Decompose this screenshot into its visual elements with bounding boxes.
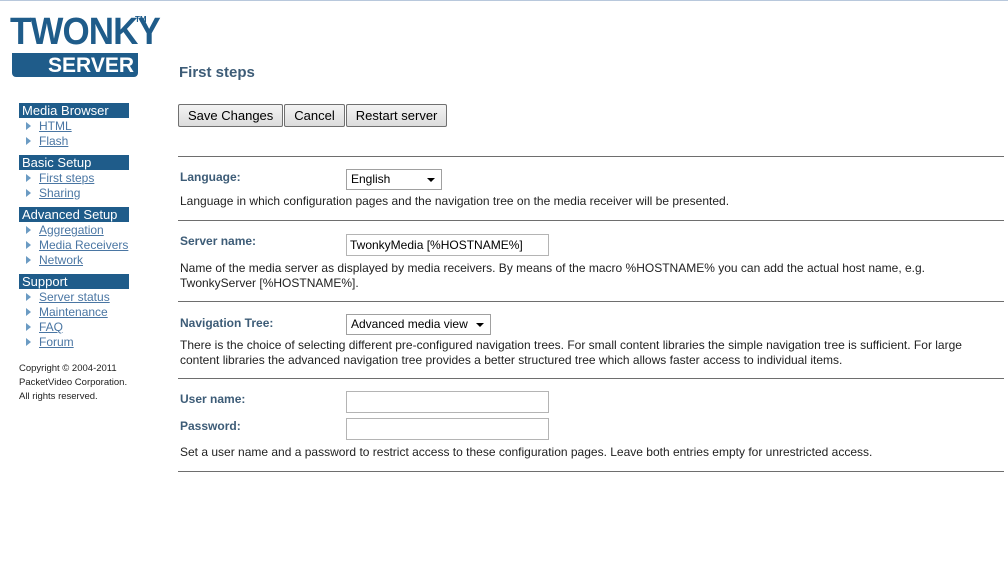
sidebar-item-html[interactable]: HTML	[19, 119, 149, 134]
copyright-notice: Copyright © 2004-2011 PacketVideo Corpor…	[19, 362, 149, 404]
server-name-label: Server name:	[180, 234, 257, 248]
navigation-tree-label: Navigation Tree:	[180, 316, 274, 330]
language-label: Language:	[180, 170, 241, 184]
sidebar-link-aggregation[interactable]: Aggregation	[39, 223, 104, 237]
copyright-line: PacketVideo Corporation.	[19, 377, 128, 388]
arrow-right-icon	[26, 226, 31, 234]
arrow-right-icon	[26, 338, 31, 346]
toolbar: Save Changes Cancel Restart server	[178, 104, 448, 127]
server-name-description-line: TwonkyServer [%HOSTNAME%].	[180, 276, 359, 290]
section-divider	[178, 378, 1004, 379]
menu-group-support: Support Server status Maintenance FAQ Fo…	[19, 274, 149, 350]
logo-trademark: TM	[135, 15, 147, 24]
password-input[interactable]	[346, 418, 549, 440]
arrow-right-icon	[26, 137, 31, 145]
copyright-line: All rights reserved.	[19, 391, 98, 402]
navigation-tree-select[interactable]: Advanced media view	[346, 314, 491, 335]
menu-group-basic-setup: Basic Setup First steps Sharing	[19, 155, 149, 201]
credentials-description: Set a user name and a password to restri…	[180, 445, 873, 459]
sidebar-item-faq[interactable]: FAQ	[19, 320, 149, 335]
cancel-button[interactable]: Cancel	[284, 104, 345, 127]
user-name-input[interactable]	[346, 391, 549, 413]
sidebar-link-first-steps[interactable]: First steps	[39, 171, 94, 185]
menu-group-advanced-setup: Advanced Setup Aggregation Media Receive…	[19, 207, 149, 268]
restart-server-button[interactable]: Restart server	[345, 104, 448, 127]
chevron-down-icon	[427, 178, 435, 182]
arrow-right-icon	[26, 174, 31, 182]
sidebar-item-server-status[interactable]: Server status	[19, 290, 149, 305]
sidebar-item-media-receivers[interactable]: Media Receivers	[19, 238, 149, 253]
language-select-value: English	[351, 172, 391, 186]
menu-header-basic-setup: Basic Setup	[19, 155, 129, 170]
navigation-tree-description: There is the choice of selecting differe…	[180, 338, 995, 368]
sidebar-link-sharing[interactable]: Sharing	[39, 186, 80, 200]
page-title: First steps	[179, 64, 255, 81]
section-divider	[178, 156, 1004, 157]
navigation-tree-select-value: Advanced media view	[351, 317, 468, 331]
server-name-description: Name of the media server as displayed by…	[180, 261, 995, 291]
server-name-description-line: Name of the media server as displayed by…	[180, 261, 926, 275]
save-changes-button[interactable]: Save Changes	[178, 104, 284, 127]
arrow-right-icon	[26, 256, 31, 264]
arrow-right-icon	[26, 293, 31, 301]
arrow-right-icon	[26, 323, 31, 331]
password-label: Password:	[180, 419, 241, 433]
chevron-down-icon	[476, 323, 484, 327]
section-divider	[178, 471, 1004, 472]
sidebar: Media Browser HTML Flash Basic Setup Fir…	[19, 103, 149, 404]
language-description: Language in which configuration pages an…	[180, 194, 730, 208]
logo-server-text: SERVER	[12, 53, 138, 77]
menu-group-media-browser: Media Browser HTML Flash	[19, 103, 149, 149]
sidebar-item-network[interactable]: Network	[19, 253, 149, 268]
sidebar-link-faq[interactable]: FAQ	[39, 320, 63, 334]
user-name-label: User name:	[180, 392, 246, 406]
copyright-line: Copyright © 2004-2011	[19, 363, 117, 374]
navigation-tree-description-line: There is the choice of selecting differe…	[180, 338, 962, 352]
arrow-right-icon	[26, 189, 31, 197]
sidebar-item-first-steps[interactable]: First steps	[19, 171, 149, 186]
sidebar-item-flash[interactable]: Flash	[19, 134, 149, 149]
sidebar-link-html[interactable]: HTML	[39, 119, 72, 133]
section-divider	[178, 301, 1004, 302]
sidebar-link-maintenance[interactable]: Maintenance	[39, 305, 108, 319]
twonky-server-logo: TWONKY TM SERVER	[8, 11, 161, 79]
menu-header-media-browser: Media Browser	[19, 103, 129, 118]
arrow-right-icon	[26, 241, 31, 249]
menu-header-advanced-setup: Advanced Setup	[19, 207, 129, 222]
sidebar-item-sharing[interactable]: Sharing	[19, 186, 149, 201]
sidebar-item-aggregation[interactable]: Aggregation	[19, 223, 149, 238]
section-divider	[178, 220, 1004, 221]
sidebar-link-network[interactable]: Network	[39, 253, 83, 267]
sidebar-link-flash[interactable]: Flash	[39, 134, 68, 148]
sidebar-link-media-receivers[interactable]: Media Receivers	[39, 238, 128, 252]
sidebar-link-server-status[interactable]: Server status	[39, 290, 110, 304]
arrow-right-icon	[26, 122, 31, 130]
sidebar-item-forum[interactable]: Forum	[19, 335, 149, 350]
language-select[interactable]: English	[346, 169, 442, 190]
sidebar-link-forum[interactable]: Forum	[39, 335, 74, 349]
navigation-tree-description-line: content libraries the advanced navigatio…	[180, 353, 843, 367]
menu-header-support: Support	[19, 274, 129, 289]
sidebar-item-maintenance[interactable]: Maintenance	[19, 305, 149, 320]
arrow-right-icon	[26, 308, 31, 316]
server-name-input[interactable]: TwonkyMedia [%HOSTNAME%]	[346, 234, 549, 256]
